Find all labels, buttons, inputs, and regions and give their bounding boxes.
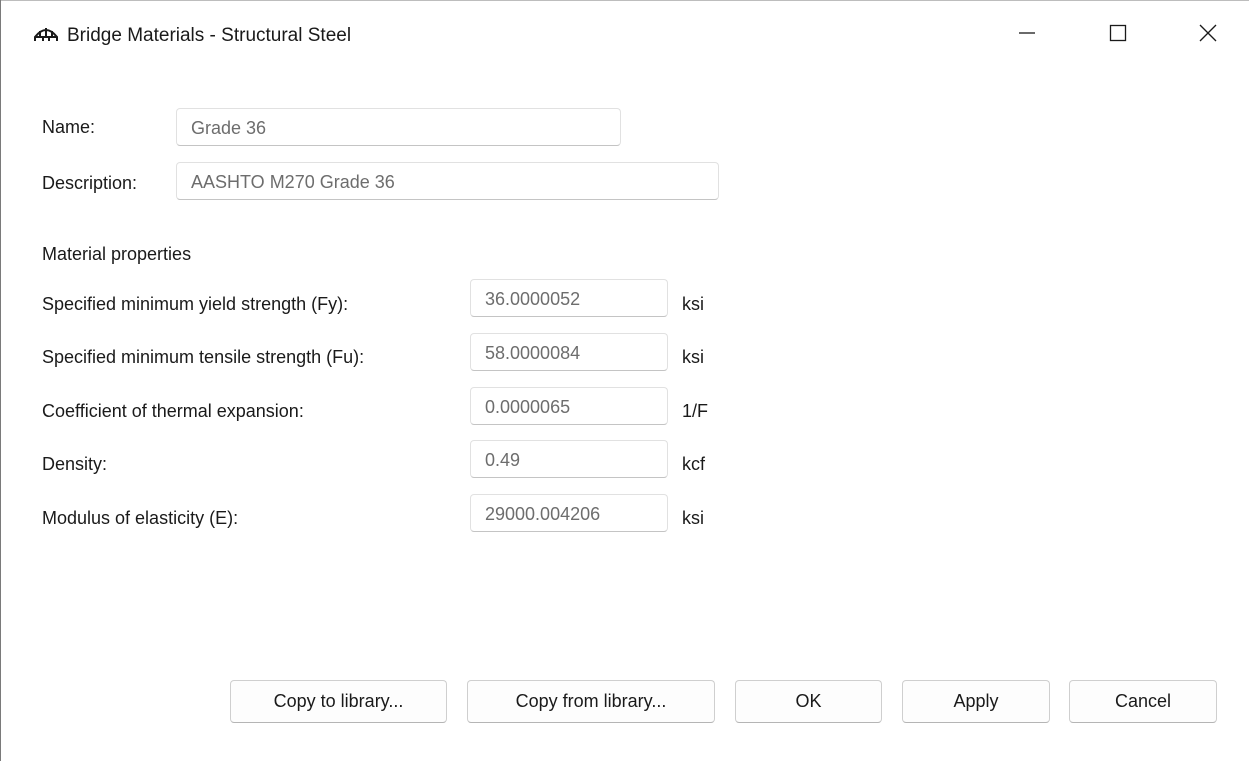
minimize-icon xyxy=(1018,24,1036,47)
close-icon xyxy=(1199,24,1217,47)
cancel-button[interactable]: Cancel xyxy=(1069,680,1217,723)
maximize-button[interactable] xyxy=(1086,9,1150,61)
apply-button[interactable]: Apply xyxy=(902,680,1050,723)
copy-to-library-button[interactable]: Copy to library... xyxy=(230,680,447,723)
density-label: Density: xyxy=(42,454,108,474)
thermal-expansion-unit: 1/F xyxy=(682,401,709,421)
title-bar[interactable]: Bridge Materials - Structural Steel xyxy=(1,1,1249,69)
yield-strength-label: Specified minimum yield strength (Fy): xyxy=(42,294,349,314)
name-label: Name: xyxy=(42,117,96,137)
density-field[interactable]: 0.49 xyxy=(470,440,668,478)
dialog-window: Bridge Materials - Structural Steel Name… xyxy=(0,0,1249,761)
maximize-icon xyxy=(1109,24,1127,47)
description-label: Description: xyxy=(42,173,138,193)
bridge-arch-icon xyxy=(34,25,58,43)
yield-strength-field[interactable]: 36.0000052 xyxy=(470,279,668,317)
yield-strength-unit: ksi xyxy=(682,294,704,314)
modulus-unit: ksi xyxy=(682,508,704,528)
close-button[interactable] xyxy=(1176,9,1240,61)
description-field[interactable]: AASHTO M270 Grade 36 xyxy=(176,162,719,200)
tensile-strength-field[interactable]: 58.0000084 xyxy=(470,333,668,371)
modulus-field[interactable]: 29000.004206 xyxy=(470,494,668,532)
thermal-expansion-field[interactable]: 0.0000065 xyxy=(470,387,668,425)
thermal-expansion-label: Coefficient of thermal expansion: xyxy=(42,401,304,421)
tensile-strength-label: Specified minimum tensile strength (Fu): xyxy=(42,347,365,367)
window-title: Bridge Materials - Structural Steel xyxy=(67,25,352,46)
tensile-strength-unit: ksi xyxy=(682,347,704,367)
name-field[interactable]: Grade 36 xyxy=(176,108,621,146)
ok-button[interactable]: OK xyxy=(735,680,882,723)
density-unit: kcf xyxy=(682,454,706,474)
window-left-border xyxy=(0,0,1,761)
material-properties-heading: Material properties xyxy=(42,244,192,264)
copy-from-library-button[interactable]: Copy from library... xyxy=(467,680,715,723)
minimize-button[interactable] xyxy=(995,9,1059,61)
modulus-label: Modulus of elasticity (E): xyxy=(42,508,239,528)
